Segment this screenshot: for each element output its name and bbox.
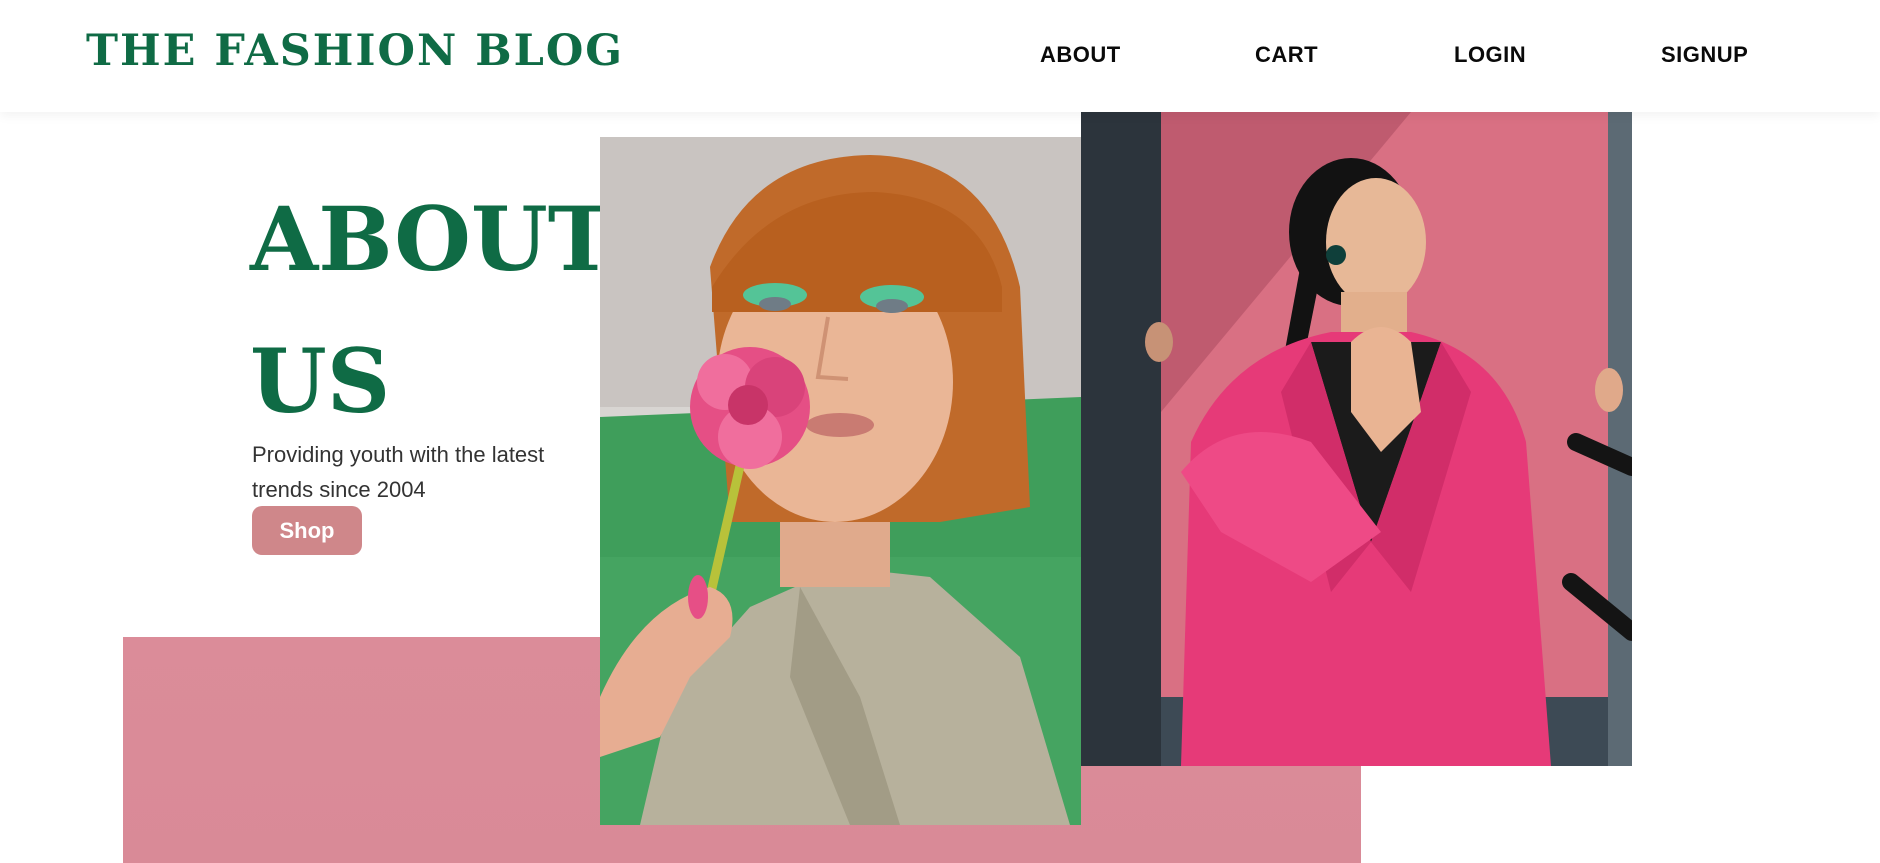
model-in-pink-blazer-photo (1081, 112, 1632, 766)
site-header: THE FASHION BLOG ABOUT CART LOGIN SIGNUP (0, 0, 1880, 112)
nav-about-link[interactable]: ABOUT (1040, 42, 1121, 68)
shop-button[interactable]: Shop (252, 506, 362, 555)
site-logo[interactable]: THE FASHION BLOG (86, 26, 624, 76)
nav-cart-link[interactable]: CART (1255, 42, 1318, 68)
page: THE FASHION BLOG ABOUT CART LOGIN SIGNUP… (0, 0, 1880, 863)
nav-login-link[interactable]: LOGIN (1454, 42, 1526, 68)
model-with-flower-photo (600, 137, 1081, 825)
nav-signup-link[interactable]: SIGNUP (1661, 42, 1748, 68)
hero-subtitle: Providing youth with the latest trends s… (252, 442, 545, 502)
hero-title: ABOUT US (250, 187, 614, 433)
